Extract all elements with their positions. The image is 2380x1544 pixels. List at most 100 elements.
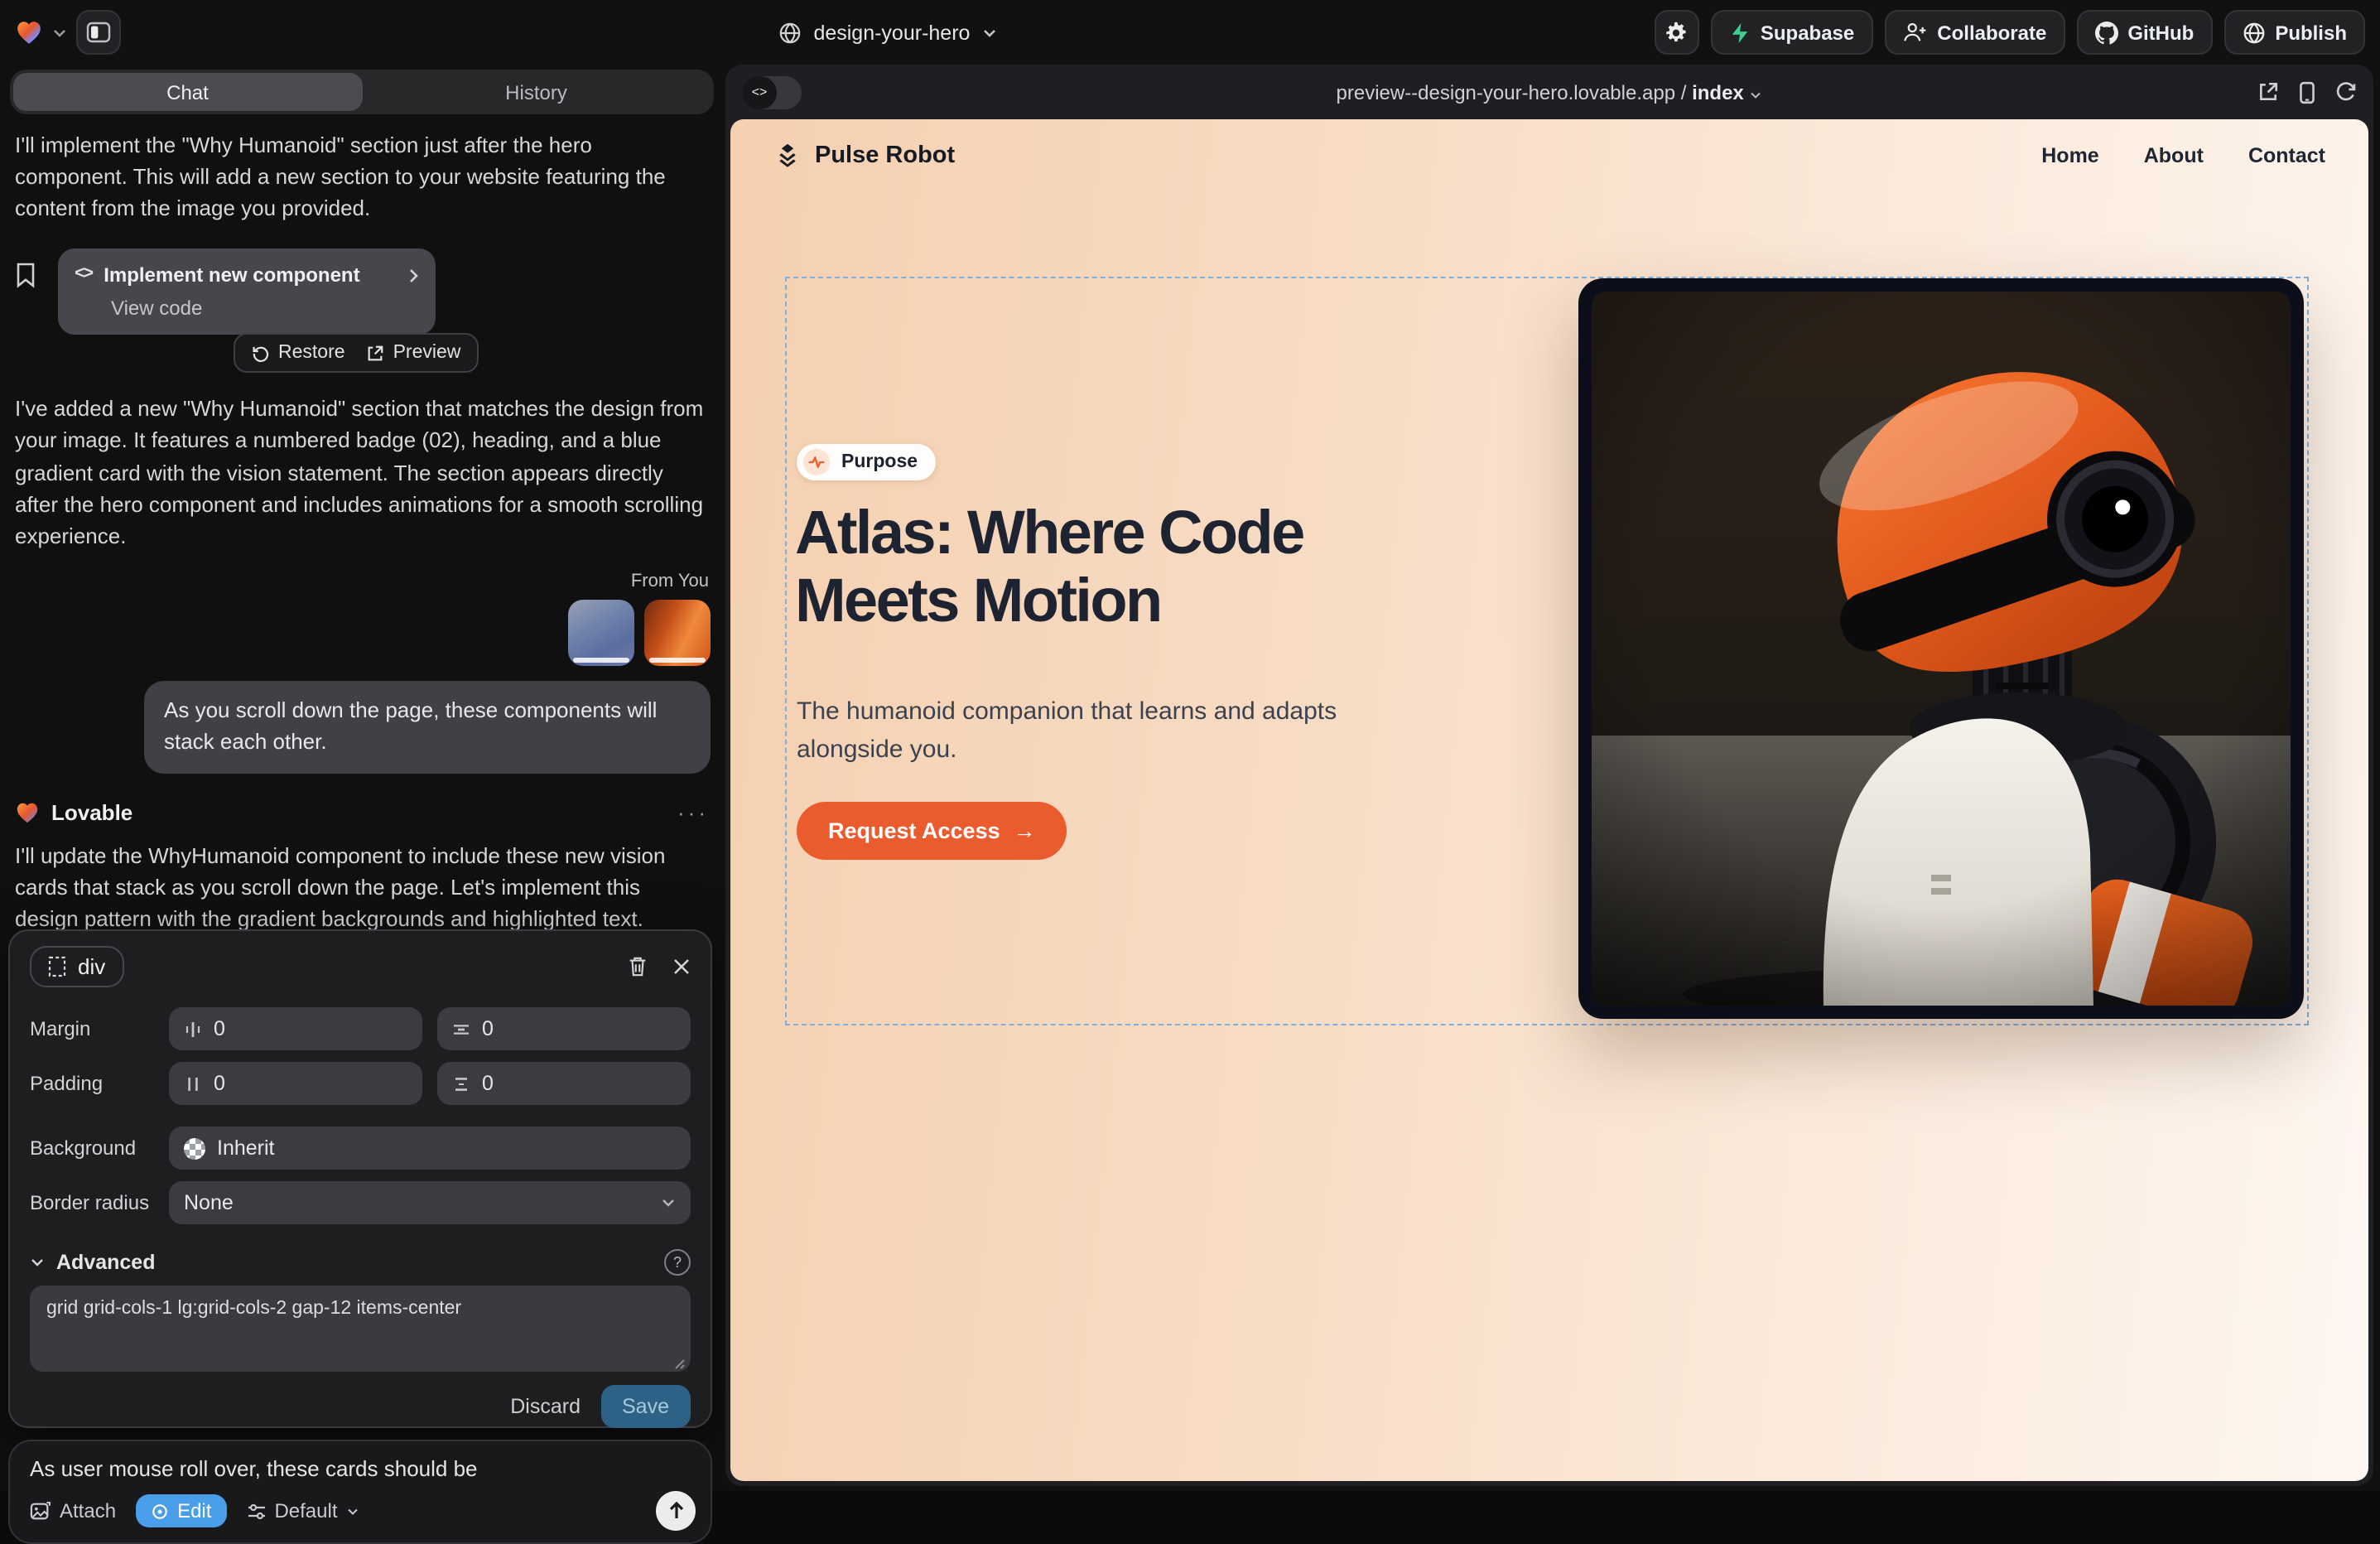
help-icon[interactable]: ? xyxy=(664,1249,691,1276)
hero-heading: Atlas: Where Code Meets Motion xyxy=(795,499,1303,636)
refresh-icon[interactable] xyxy=(2335,81,2357,103)
background-input[interactable]: Inherit xyxy=(169,1127,691,1170)
element-inspector-panel: div Margin xyxy=(8,929,712,1428)
chevron-down-icon xyxy=(1749,90,1762,99)
send-button[interactable] xyxy=(656,1491,696,1531)
preview-breadcrumb[interactable]: preview--design-your-hero.lovable.app / … xyxy=(725,80,2373,104)
close-inspector-button[interactable] xyxy=(672,958,691,976)
code-icon: <> xyxy=(742,75,777,109)
margin-x-icon xyxy=(184,1020,202,1038)
open-in-new-tab-icon[interactable] xyxy=(2257,81,2279,103)
margin-y-input[interactable] xyxy=(437,1007,691,1050)
padding-x-input[interactable] xyxy=(169,1062,422,1105)
preview-button[interactable]: Preview xyxy=(367,344,461,364)
bookmark-icon[interactable] xyxy=(15,263,36,289)
supabase-button[interactable]: Supabase xyxy=(1711,10,1872,55)
sliders-icon xyxy=(246,1502,266,1520)
margin-row: Margin xyxy=(30,1007,691,1050)
chevron-down-icon xyxy=(346,1507,359,1515)
lovable-logo-icon[interactable] xyxy=(15,18,43,46)
arrow-up-icon xyxy=(667,1501,685,1521)
from-you-label: From You xyxy=(10,572,714,591)
inspector-footer: Discard Save xyxy=(510,1385,691,1428)
nav-home[interactable]: Home xyxy=(2041,144,2098,167)
advanced-section-toggle[interactable]: Advanced ? xyxy=(30,1249,691,1276)
hero-robot-image-card xyxy=(1578,278,2304,1019)
border-radius-select[interactable]: None xyxy=(169,1181,691,1224)
toggle-sidebar-button[interactable] xyxy=(76,10,121,55)
tailwind-classes-textarea[interactable]: grid grid-cols-1 lg:grid-cols-2 gap-12 i… xyxy=(30,1286,691,1372)
attach-button[interactable]: Attach xyxy=(30,1499,116,1522)
chat-composer[interactable]: As user mouse roll over, these cards sho… xyxy=(8,1440,712,1544)
topbar-left xyxy=(15,10,121,55)
code-icon: <> xyxy=(75,266,92,286)
implement-component-card[interactable]: <> Implement new component View code xyxy=(58,249,436,335)
chat-history-tabs: Chat History xyxy=(10,70,714,114)
assistant-header: Lovable ··· xyxy=(10,799,714,824)
project-chevron-down-icon xyxy=(981,27,996,37)
padding-y-input[interactable] xyxy=(437,1062,691,1105)
chevron-right-icon xyxy=(409,268,419,283)
attachment-thumbnails xyxy=(10,600,714,666)
nav-about[interactable]: About xyxy=(2144,144,2204,167)
discard-button[interactable]: Discard xyxy=(510,1395,581,1418)
padding-x-icon xyxy=(184,1074,202,1093)
request-access-button[interactable]: Request Access → xyxy=(797,802,1067,860)
composer-input[interactable]: As user mouse roll over, these cards sho… xyxy=(30,1456,691,1481)
nav-contact[interactable]: Contact xyxy=(2248,144,2325,167)
site-brand[interactable]: Pulse Robot xyxy=(773,142,955,170)
inspector-header: div xyxy=(30,946,691,987)
top-bar: design-your-hero Supabase Collaborate Gi… xyxy=(0,0,2380,65)
padding-y-icon xyxy=(452,1074,470,1093)
site-header: Pulse Robot Home About Contact xyxy=(730,119,2368,192)
project-switcher[interactable]: design-your-hero xyxy=(778,21,996,44)
github-button[interactable]: GitHub xyxy=(2076,10,2212,55)
attachment-image-1[interactable] xyxy=(568,600,634,666)
publish-globe-icon xyxy=(2242,21,2265,44)
model-mode-select[interactable]: Default xyxy=(246,1499,359,1522)
dashed-element-icon xyxy=(48,956,66,977)
save-button[interactable]: Save xyxy=(600,1385,691,1428)
logo-chevron-down-icon[interactable] xyxy=(53,27,66,37)
border-radius-row: Border radius None xyxy=(30,1181,691,1224)
padding-label: Padding xyxy=(30,1072,169,1095)
project-name: design-your-hero xyxy=(813,21,970,44)
transparency-swatch-icon xyxy=(184,1137,205,1159)
resize-handle[interactable] xyxy=(674,1358,686,1370)
settings-button[interactable] xyxy=(1655,10,1699,55)
attachment-image-2[interactable] xyxy=(644,600,711,666)
purpose-badge: Purpose xyxy=(797,444,936,480)
assistant-name: Lovable xyxy=(51,799,132,824)
close-icon xyxy=(672,958,691,976)
view-code-link[interactable]: View code xyxy=(111,297,419,321)
lovable-heart-icon xyxy=(15,799,40,824)
assistant-message-2: I've added a new "Why Humanoid" section … xyxy=(15,393,709,552)
delete-element-button[interactable] xyxy=(628,956,648,977)
collaborate-button[interactable]: Collaborate xyxy=(1884,10,2064,55)
trash-icon xyxy=(628,956,648,977)
tab-history[interactable]: History xyxy=(362,73,711,111)
code-preview-toggle[interactable]: <> xyxy=(742,75,802,109)
publish-button[interactable]: Publish xyxy=(2223,10,2365,55)
background-label: Background xyxy=(30,1136,169,1160)
chat-panel: Chat History I'll implement the "Why Hum… xyxy=(0,65,724,1491)
preview-header-actions xyxy=(2257,80,2357,104)
more-menu-button[interactable]: ··· xyxy=(677,799,709,824)
external-link-icon xyxy=(367,345,385,363)
site-nav: Home About Contact xyxy=(2041,144,2325,167)
edit-mode-button[interactable]: Edit xyxy=(136,1494,226,1527)
mobile-view-icon[interactable] xyxy=(2299,80,2315,104)
target-icon xyxy=(151,1502,169,1520)
purpose-badge-label: Purpose xyxy=(841,452,918,472)
background-row: Background Inherit xyxy=(30,1127,691,1170)
version-hover-toolbar: Restore Preview xyxy=(234,334,479,374)
component-card-row: <> Implement new component View code Res… xyxy=(10,249,714,379)
margin-x-input[interactable] xyxy=(169,1007,422,1050)
supabase-icon xyxy=(1729,21,1751,44)
collaborate-icon xyxy=(1902,22,1927,43)
margin-y-icon xyxy=(452,1020,470,1038)
restore-button[interactable]: Restore xyxy=(252,344,345,364)
border-radius-label: Border radius xyxy=(30,1191,169,1214)
tab-chat[interactable]: Chat xyxy=(13,73,362,111)
element-tag-chip[interactable]: div xyxy=(30,946,123,987)
